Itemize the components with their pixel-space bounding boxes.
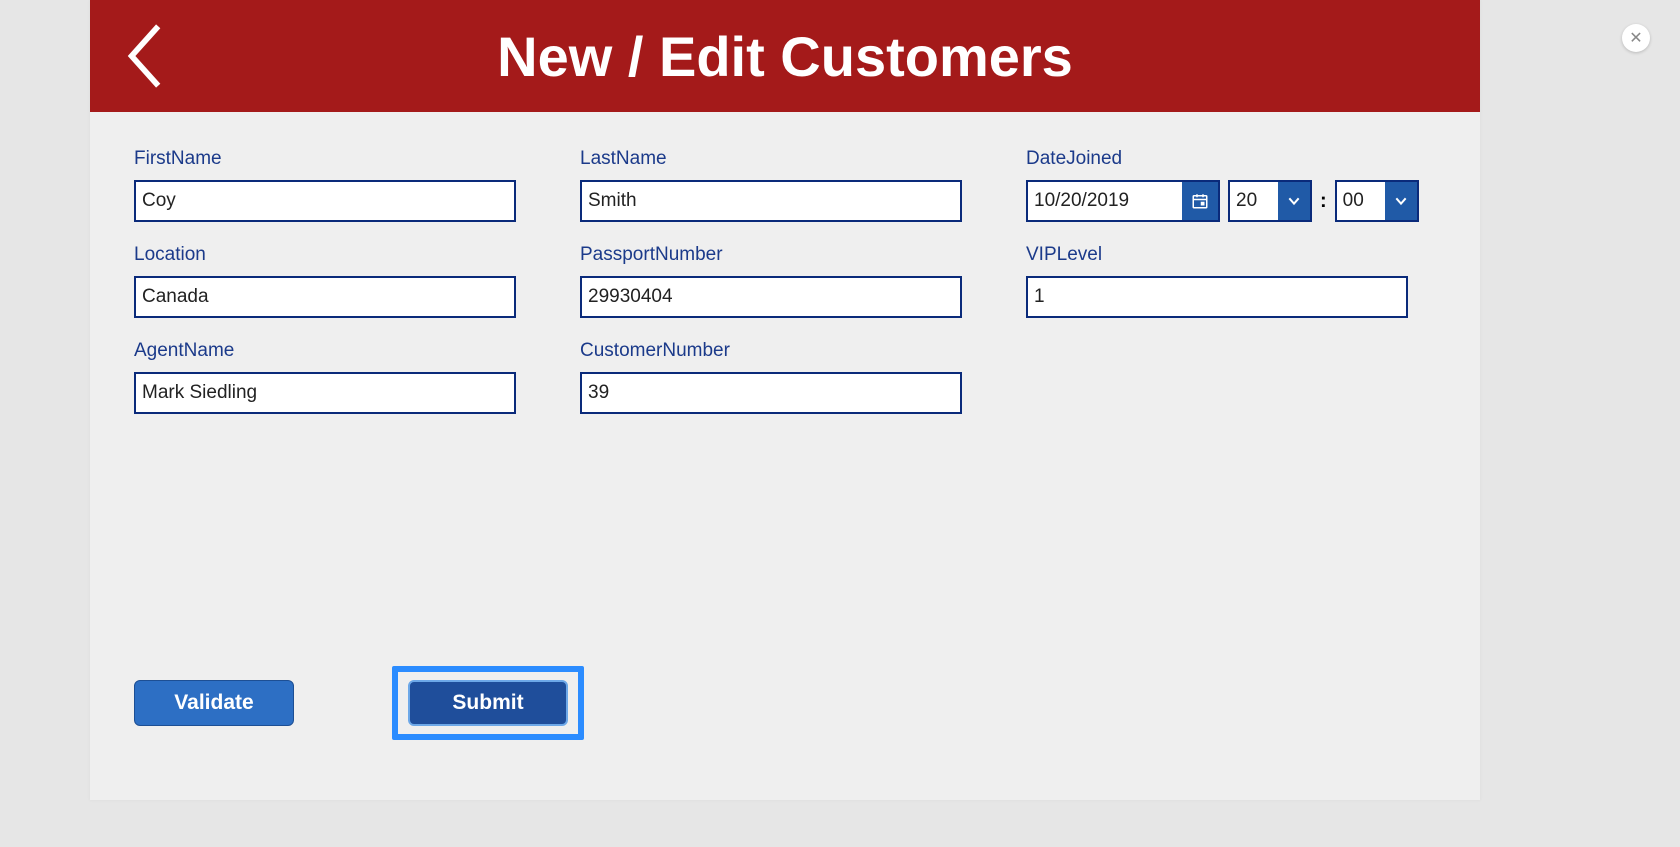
hour-dropdown-button[interactable] <box>1278 182 1310 220</box>
label-firstname: FirstName <box>134 148 516 170</box>
field-customernumber: CustomerNumber <box>580 340 962 414</box>
input-lastname[interactable] <box>580 180 962 222</box>
label-lastname: LastName <box>580 148 962 170</box>
label-datejoined: DateJoined <box>1026 148 1408 170</box>
date-input-box <box>1026 180 1220 222</box>
field-viplevel: VIPLevel <box>1026 244 1408 318</box>
minute-value: 00 <box>1337 190 1385 212</box>
input-location[interactable] <box>134 276 516 318</box>
input-agentname[interactable] <box>134 372 516 414</box>
input-date[interactable] <box>1028 182 1182 220</box>
input-customernumber[interactable] <box>580 372 962 414</box>
form-row-1: FirstName LastName DateJoined <box>134 148 1440 222</box>
chevron-left-icon <box>124 22 162 90</box>
validate-button[interactable]: Validate <box>134 680 294 726</box>
submit-focus-ring: Submit <box>392 666 584 740</box>
label-agentname: AgentName <box>134 340 516 362</box>
form-row-3: AgentName CustomerNumber <box>134 340 1440 414</box>
page-title: New / Edit Customers <box>90 24 1480 89</box>
label-location: Location <box>134 244 516 266</box>
back-button[interactable] <box>124 22 162 90</box>
field-datejoined: DateJoined <box>1026 148 1408 222</box>
close-icon: ✕ <box>1629 28 1642 48</box>
input-viplevel[interactable] <box>1026 276 1408 318</box>
button-bar: Validate Submit <box>134 666 584 740</box>
label-passportnumber: PassportNumber <box>580 244 962 266</box>
time-separator: : <box>1320 190 1327 213</box>
close-button[interactable]: ✕ <box>1622 24 1650 52</box>
header-bar: New / Edit Customers <box>90 0 1480 112</box>
label-customernumber: CustomerNumber <box>580 340 962 362</box>
hour-dropdown[interactable]: 20 <box>1228 180 1312 222</box>
field-passportnumber: PassportNumber <box>580 244 962 318</box>
input-firstname[interactable] <box>134 180 516 222</box>
field-agentname: AgentName <box>134 340 516 414</box>
calendar-button[interactable] <box>1182 182 1218 220</box>
field-location: Location <box>134 244 516 318</box>
chevron-down-icon <box>1286 193 1302 209</box>
minute-dropdown[interactable]: 00 <box>1335 180 1419 222</box>
datejoined-group: 20 : 00 <box>1026 180 1408 222</box>
chevron-down-icon <box>1393 193 1409 209</box>
label-viplevel: VIPLevel <box>1026 244 1408 266</box>
form-row-2: Location PassportNumber VIPLevel <box>134 244 1440 318</box>
input-passportnumber[interactable] <box>580 276 962 318</box>
calendar-icon <box>1191 192 1209 210</box>
form-area: FirstName LastName DateJoined <box>90 112 1480 414</box>
form-panel: New / Edit Customers FirstName LastName … <box>90 0 1480 800</box>
hour-value: 20 <box>1230 190 1278 212</box>
submit-button[interactable]: Submit <box>408 680 568 726</box>
field-lastname: LastName <box>580 148 962 222</box>
minute-dropdown-button[interactable] <box>1385 182 1417 220</box>
field-firstname: FirstName <box>134 148 516 222</box>
